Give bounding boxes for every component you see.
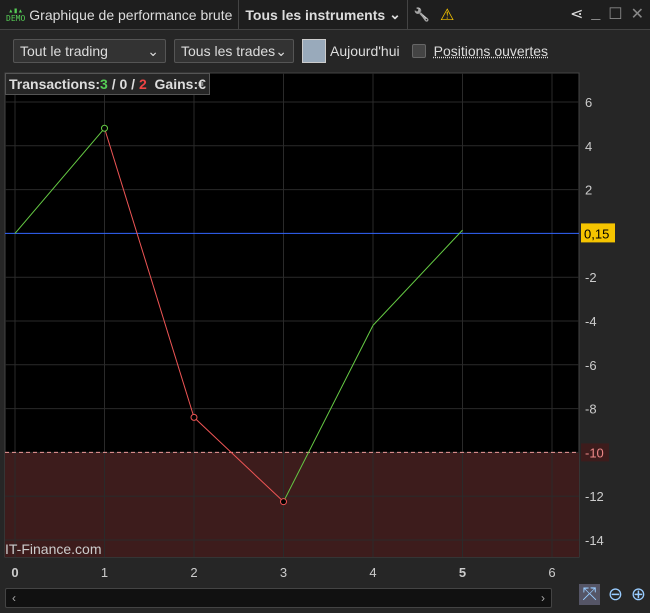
demo-logo-icon: ▴▮▴ DEMO	[6, 5, 26, 23]
y-tick-label: -6	[585, 358, 597, 373]
chevron-down-icon: ⌄	[389, 6, 401, 22]
calendar-icon[interactable]	[302, 39, 326, 63]
zoom-out-icon[interactable]: ⊖	[608, 584, 623, 605]
current-value-label: 0,15	[584, 226, 609, 241]
close-icon[interactable]: ✕	[631, 4, 644, 24]
y-tick-label: 2	[585, 183, 592, 198]
losses-count: 2	[138, 76, 147, 92]
maximize-icon[interactable]: ☐	[608, 4, 622, 24]
wrench-icon[interactable]: 🔧	[414, 7, 430, 23]
y-tick-label: -8	[585, 402, 597, 417]
date-label[interactable]: Aujourd'hui	[330, 43, 400, 59]
window-title: Graphique de performance brute	[29, 6, 233, 23]
wins-count: 3	[100, 76, 108, 92]
chevron-down-icon: ⌄	[147, 42, 159, 59]
instruments-dropdown[interactable]: Tous les instruments ⌄	[239, 0, 408, 30]
open-positions-label[interactable]: Positions ouvertes	[434, 43, 548, 59]
scroll-left-icon[interactable]: ‹	[12, 591, 16, 605]
minimize-icon[interactable]: _	[591, 4, 600, 24]
trading-select[interactable]: Tout le trading ⌄	[13, 39, 166, 63]
data-point	[190, 413, 198, 421]
data-point	[101, 124, 108, 132]
title-bar: ▴▮▴ DEMO Graphique de performance brute T…	[0, 0, 650, 30]
zoom-in-icon[interactable]: ⊕	[631, 584, 646, 605]
transactions-summary: Transactions:3 / 0 / 2 Gains:€	[5, 73, 210, 95]
chevron-down-icon: ⌄	[275, 42, 287, 59]
transactions-label: Transactions:	[9, 76, 101, 92]
threshold-label: -10	[585, 445, 604, 460]
trades-select[interactable]: Tous les trades ⌄	[174, 39, 294, 63]
scroll-right-icon[interactable]: ›	[541, 591, 545, 605]
horizontal-scrollbar[interactable]: ‹ ›	[5, 588, 552, 608]
y-tick-label: 6	[585, 95, 592, 110]
separator: /	[127, 76, 139, 92]
open-positions-checkbox[interactable]	[411, 44, 426, 58]
warning-icon[interactable]: ⚠	[440, 5, 454, 25]
y-tick-label: -4	[585, 314, 597, 329]
x-tick-label: 0	[11, 565, 18, 580]
x-tick-label: 3	[280, 565, 287, 580]
separator: /	[107, 76, 120, 92]
zoom-fit-icon[interactable]: ⤧	[579, 584, 600, 605]
performance-chart[interactable]: 0 1 2 3 4 5 6 6 4 2 -2 -4 -6 -8 -12 -14 -10 0,15	[0, 71, 650, 586]
instruments-label: Tous les instruments	[245, 6, 386, 23]
y-tick-label: -14	[585, 533, 604, 548]
app-title: ▴▮▴ DEMO Graphique de performance brute	[0, 0, 240, 30]
x-tick-label: 1	[101, 565, 108, 580]
x-tick-label: 5	[459, 565, 466, 580]
x-tick-label: 2	[190, 565, 197, 580]
y-tick-label: -2	[585, 270, 597, 285]
gains-label: Gains:€	[154, 76, 206, 92]
data-point	[280, 498, 287, 506]
y-tick-label: 4	[585, 139, 592, 154]
x-tick-label: 4	[369, 565, 376, 580]
share-icon[interactable]: ⋖	[570, 4, 583, 24]
trades-select-value: Tous les trades	[181, 43, 276, 59]
trading-select-value: Tout le trading	[20, 43, 108, 59]
x-tick-label: 6	[548, 565, 555, 580]
y-tick-label: -12	[585, 489, 604, 504]
watermark: IT-Finance.com	[5, 541, 102, 557]
